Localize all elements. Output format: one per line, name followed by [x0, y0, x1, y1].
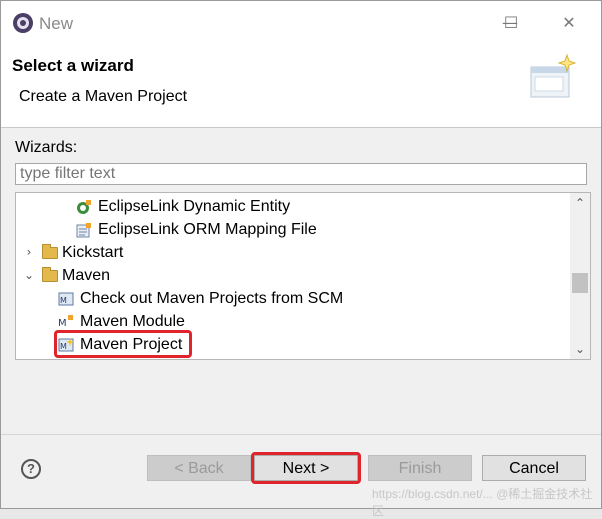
tree-item-label: EclipseLink Dynamic Entity	[98, 198, 291, 215]
collapse-chevron-icon[interactable]: ⌄	[22, 264, 36, 287]
expand-chevron-icon[interactable]: ›	[22, 241, 36, 264]
tree-item-eclipselink-orm-mapping[interactable]: EclipseLink ORM Mapping File	[76, 218, 556, 241]
finish-button[interactable]: Finish	[368, 455, 472, 481]
tree-item-check-out-maven-scm[interactable]: M Check out Maven Projects from SCM	[58, 287, 538, 310]
close-button[interactable]: ✕	[554, 11, 584, 35]
tree-item-label: Kickstart	[62, 244, 124, 261]
folder-icon	[42, 267, 58, 282]
wizard-tree[interactable]: EclipseLink Dynamic Entity EclipseLink O…	[15, 192, 591, 360]
page-title: Select a wizard	[12, 56, 134, 75]
maven-module-icon: M	[58, 315, 73, 329]
scroll-thumb[interactable]	[572, 273, 588, 293]
wizard-banner-icon	[530, 53, 577, 98]
cancel-button[interactable]: Cancel	[482, 455, 586, 481]
folder-icon	[42, 244, 58, 259]
watermark: https://blog.csdn.net/... @稀土掘金技术社区	[372, 487, 593, 518]
wizard-header: Select a wizard Create a Maven Project	[1, 45, 601, 128]
title-bar: New — ☐ ✕	[1, 1, 601, 45]
back-button[interactable]: < Back	[147, 455, 251, 481]
wizard-body: Wizards: EclipseLink Dynamic Entity Ecli…	[1, 128, 601, 428]
next-highlight	[251, 452, 361, 484]
scroll-down-icon[interactable]: ⌄	[570, 339, 590, 359]
scroll-up-icon[interactable]: ⌃	[570, 193, 590, 213]
selection-highlight	[54, 330, 192, 358]
maven-scm-icon: M	[58, 292, 74, 306]
filter-input[interactable]	[15, 163, 587, 185]
svg-text:M: M	[58, 318, 67, 329]
tree-item-label: Maven	[62, 267, 111, 284]
tree-item-label: Check out Maven Projects from SCM	[80, 290, 344, 307]
eclipselink-entity-icon	[77, 200, 91, 214]
new-wizard-dialog: New — ☐ ✕ Select a wizard Create a Maven…	[0, 0, 602, 509]
maximize-button[interactable]: ☐	[496, 11, 526, 35]
wizards-label: Wizards:	[15, 139, 78, 156]
page-description: Create a Maven Project	[19, 88, 188, 105]
tree-item-eclipselink-dynamic-entity[interactable]: EclipseLink Dynamic Entity	[76, 195, 556, 218]
eclipselink-orm-icon	[76, 223, 91, 238]
svg-text:M: M	[60, 296, 67, 305]
tree-item-label: EclipseLink ORM Mapping File	[98, 221, 317, 238]
tree-item-maven[interactable]: ⌄ Maven	[20, 264, 540, 287]
window-title: New	[39, 14, 74, 33]
tree-item-kickstart[interactable]: › Kickstart	[20, 241, 540, 264]
help-icon[interactable]: ?	[21, 459, 41, 479]
tree-scrollbar[interactable]: ⌃ ⌄	[570, 193, 590, 359]
eclipse-app-icon	[13, 13, 33, 33]
